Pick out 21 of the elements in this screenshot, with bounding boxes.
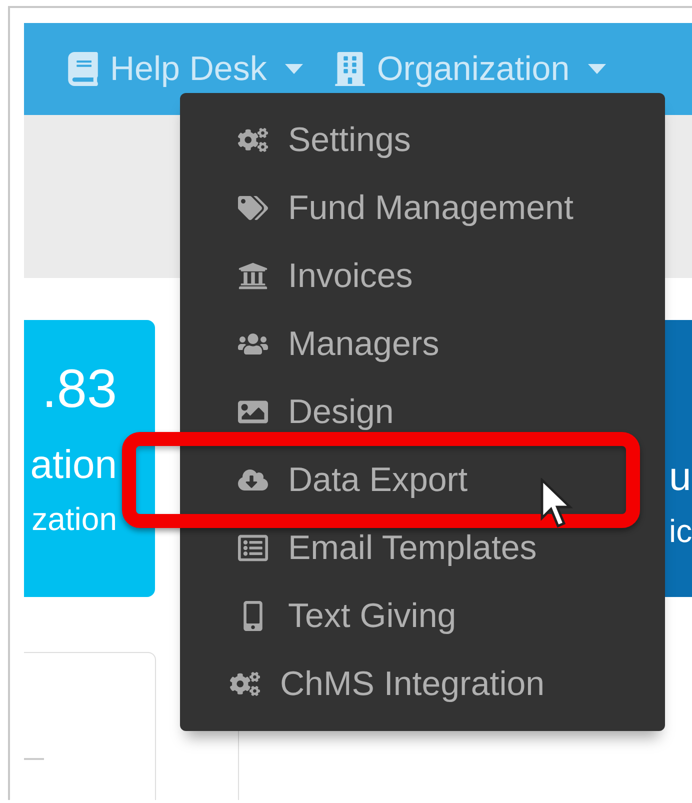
gears-icon: [230, 669, 260, 699]
menu-item[interactable]: Design: [180, 378, 665, 446]
bank-icon: [238, 261, 268, 291]
stat-subtitle: ic: [669, 515, 692, 547]
stat-title: ation: [30, 445, 117, 485]
caret-icon: [284, 64, 303, 74]
menu-item[interactable]: ChMS Integration: [180, 650, 665, 718]
menu-item[interactable]: Fund Management: [180, 174, 665, 242]
menu-item[interactable]: Settings: [180, 106, 665, 174]
tags-icon: [238, 193, 268, 223]
menu-item[interactable]: Managers: [180, 310, 665, 378]
menu-item[interactable]: Text Giving: [180, 582, 665, 650]
menu-item[interactable]: Invoices: [180, 242, 665, 310]
book-icon: [66, 52, 100, 86]
stat-title: u: [669, 457, 692, 497]
document-icon: [238, 533, 268, 563]
gears-icon: [238, 125, 268, 155]
stat-amount: .83: [42, 362, 117, 416]
building-icon: [332, 52, 367, 86]
stat-subtitle: zation: [32, 503, 117, 535]
caret-icon: [588, 64, 606, 74]
